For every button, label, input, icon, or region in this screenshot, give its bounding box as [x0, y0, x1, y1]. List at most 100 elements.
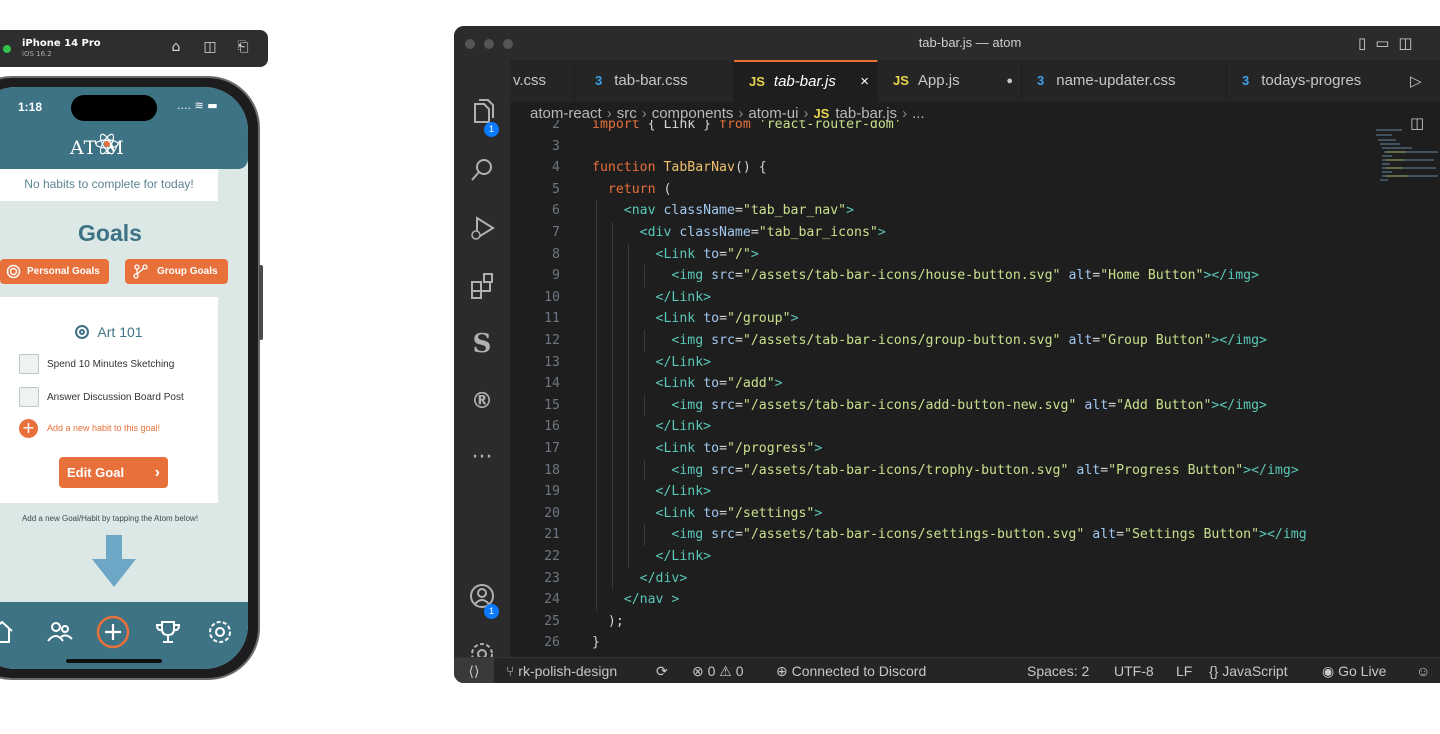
css-file-icon: 3: [1242, 73, 1250, 88]
discord-label: Connected to Discord: [791, 663, 927, 679]
code-line[interactable]: 11 <Link to="/group">: [510, 308, 1440, 330]
code-line[interactable]: 13 </Link>: [510, 351, 1440, 374]
personal-goals-label: Personal Goals: [27, 266, 100, 277]
indentation-setting[interactable]: Spaces: 2: [1027, 658, 1089, 683]
code-line[interactable]: 7 <div className="tab_bar_icons">: [510, 222, 1440, 244]
search-icon[interactable]: [468, 156, 496, 184]
group-icon[interactable]: [46, 618, 74, 646]
edit-goal-button[interactable]: Edit Goal ›: [59, 457, 168, 488]
encoding-setting[interactable]: UTF-8: [1114, 658, 1154, 683]
target-icon: [75, 325, 90, 339]
code-line[interactable]: 20 <Link to="/settings">: [510, 502, 1440, 525]
code-line[interactable]: 2 import { Link } from 'react-router-dom': [510, 120, 1440, 136]
code-editor[interactable]: 2 import { Link } from 'react-router-dom'…: [510, 120, 1440, 657]
code-line[interactable]: 4 function TabBarNav() {: [510, 157, 1440, 179]
habit-row[interactable]: Answer Discussion Board Post: [19, 387, 219, 409]
habit-checkbox[interactable]: [19, 387, 39, 407]
tab-todays-progress-css[interactable]: 3 todays-progres: [1227, 60, 1407, 102]
screenshot-icon[interactable]: ◫: [200, 37, 220, 57]
git-branch-icon: ⑂: [506, 663, 519, 679]
code-text: <img src="/assets/tab-bar-icons/trophy-b…: [671, 462, 1299, 478]
down-arrow-icon: [92, 535, 136, 587]
line-number: 24: [544, 592, 560, 608]
git-branch[interactable]: ⑂ rk-polish-design: [506, 658, 617, 683]
remote-icon[interactable]: ⟨⟩: [454, 658, 494, 683]
home-indicator: [66, 659, 162, 663]
line-number: 19: [544, 484, 560, 500]
tab-label: tab-bar.css: [614, 72, 688, 89]
settings-icon[interactable]: [206, 618, 234, 646]
code-line[interactable]: 15 <img src="/assets/tab-bar-icons/add-b…: [510, 394, 1440, 417]
code-line[interactable]: 19 </Link>: [510, 481, 1440, 503]
feedback-icon[interactable]: ☺: [1416, 658, 1430, 683]
branch-name: rk-polish-design: [518, 663, 618, 679]
code-line[interactable]: 10 </Link>: [510, 286, 1440, 309]
code-line[interactable]: 3: [510, 136, 1440, 158]
activity-bar: 1 S ® ··· 1 1: [454, 60, 510, 675]
code-line[interactable]: 21 <img src="/assets/tab-bar-icons/setti…: [510, 524, 1440, 546]
code-line[interactable]: 24 </nav >: [510, 589, 1440, 611]
code-text: return (: [607, 181, 672, 197]
code-text: <Link to="/">: [655, 246, 759, 262]
go-live-label: Go Live: [1338, 663, 1387, 679]
close-icon[interactable]: ×: [860, 62, 869, 102]
habit-row[interactable]: Spend 10 Minutes Sketching: [19, 354, 219, 376]
molecule-icon: [133, 264, 148, 279]
rotate-icon[interactable]: ⎗: [233, 37, 253, 57]
js-file-icon: JS: [893, 73, 909, 88]
window-title: tab-bar.js — atom: [918, 35, 1022, 50]
run-debug-icon[interactable]: [468, 214, 496, 242]
add-icon[interactable]: [95, 614, 131, 650]
code-line[interactable]: 17 <Link to="/progress">: [510, 438, 1440, 460]
more-icon[interactable]: ···: [468, 444, 496, 472]
tab-label: v.css: [513, 72, 547, 89]
discord-status[interactable]: ⊕ Connected to Discord: [776, 658, 926, 683]
layout-toggle-icons[interactable]: ▯▭◫: [1358, 34, 1422, 52]
tab-name-updater-css[interactable]: 3 name-updater.css: [1022, 60, 1227, 102]
css-file-icon: 3: [1037, 73, 1045, 88]
s-extension-icon[interactable]: S: [468, 330, 496, 358]
code-line[interactable]: 8 <Link to="/">: [510, 243, 1440, 266]
code-line[interactable]: 16 </Link>: [510, 416, 1440, 438]
r-extension-icon[interactable]: ®: [468, 388, 496, 416]
go-live-button[interactable]: ◉ Go Live: [1322, 658, 1386, 683]
minimap[interactable]: [1372, 126, 1440, 186]
language-mode[interactable]: {} JavaScript: [1209, 658, 1288, 683]
habit-checkbox[interactable]: [19, 354, 39, 374]
line-number: 20: [544, 505, 560, 521]
tab-tab-bar-css[interactable]: 3 tab-bar.css: [575, 60, 734, 102]
code-line[interactable]: 5 return (: [510, 179, 1440, 201]
goal-name: Art 101: [97, 324, 143, 340]
code-line[interactable]: 25 );: [510, 611, 1440, 633]
code-text: <img src="/assets/tab-bar-icons/house-bu…: [671, 268, 1260, 284]
code-line[interactable]: 18 <img src="/assets/tab-bar-icons/troph…: [510, 459, 1440, 482]
line-number: 16: [544, 419, 560, 435]
home-icon[interactable]: [0, 618, 16, 646]
code-line[interactable]: 26}: [510, 632, 1440, 654]
code-text: </Link>: [655, 484, 712, 500]
unsaved-dot-icon[interactable]: ●: [1006, 60, 1013, 102]
dynamic-island: [71, 95, 157, 121]
sync-icon[interactable]: ⟳: [656, 658, 668, 683]
code-line[interactable]: 14 <Link to="/add">: [510, 373, 1440, 395]
code-line[interactable]: 9 <img src="/assets/tab-bar-icons/house-…: [510, 265, 1440, 287]
habit-label: Answer Discussion Board Post: [47, 392, 184, 403]
broadcast-icon: ◉: [1322, 663, 1339, 679]
tab-app-js[interactable]: JS App.js ●: [878, 60, 1022, 102]
line-number: 5: [552, 181, 560, 197]
home-icon[interactable]: ⌂: [166, 37, 186, 57]
trophy-icon[interactable]: [154, 618, 182, 646]
tab-v-css[interactable]: v.css: [510, 60, 575, 102]
explorer-badge: 1: [484, 122, 499, 137]
problems-indicator[interactable]: ⊗ 0 ⚠ 0: [692, 658, 744, 683]
extensions-icon[interactable]: [468, 272, 496, 300]
code-line[interactable]: 12 <img src="/assets/tab-bar-icons/group…: [510, 330, 1440, 352]
title-bar: tab-bar.js — atom ▯▭◫: [454, 26, 1440, 60]
eol-setting[interactable]: LF: [1176, 658, 1192, 683]
personal-goals-button[interactable]: Personal Goals: [0, 259, 109, 284]
code-line[interactable]: 23 </div>: [510, 567, 1440, 590]
code-line[interactable]: 22 </Link>: [510, 546, 1440, 568]
tab-tab-bar-js[interactable]: JS tab-bar.js ×: [734, 60, 878, 102]
group-goals-button[interactable]: Group Goals: [125, 259, 228, 284]
code-line[interactable]: 6 <nav className="tab_bar_nav">: [510, 200, 1440, 222]
